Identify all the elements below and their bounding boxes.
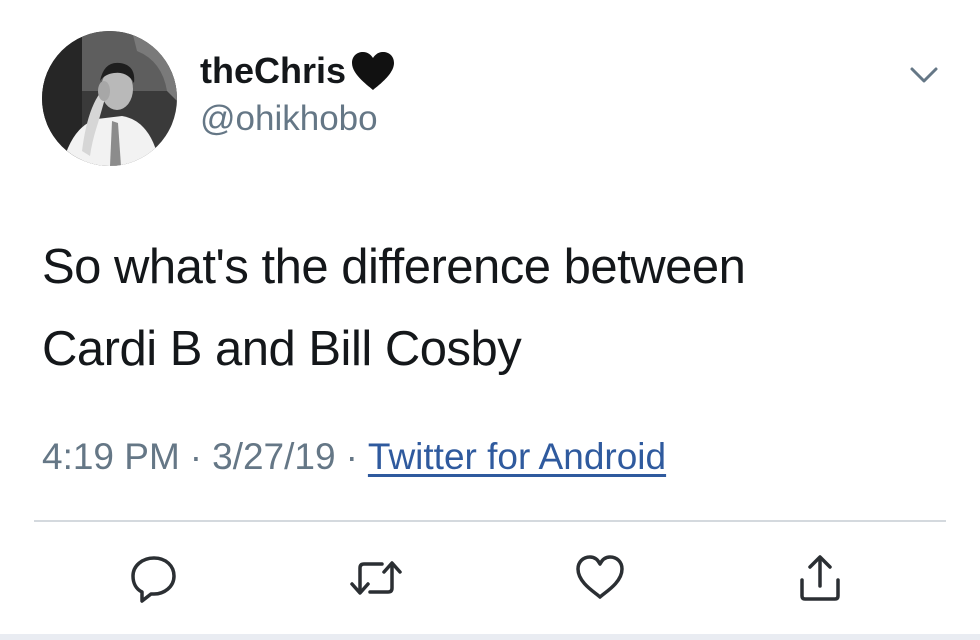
action-bar	[0, 548, 980, 612]
chevron-down-icon[interactable]	[904, 60, 944, 90]
retweet-icon	[350, 561, 402, 595]
meta-separator: ·	[189, 436, 203, 477]
tweet-source-link[interactable]: Twitter for Android	[368, 436, 666, 477]
display-name[interactable]: theChris	[200, 48, 398, 94]
tweet-time: 4:19 PM	[42, 436, 180, 477]
user-handle[interactable]: @ohikhobo	[200, 97, 378, 141]
like-icon	[576, 555, 624, 599]
tweet-date: 3/27/19	[212, 436, 336, 477]
share-button[interactable]	[790, 548, 850, 608]
like-button[interactable]	[570, 548, 630, 608]
divider	[34, 520, 946, 522]
avatar-photo	[42, 31, 177, 166]
tweet-meta: 4:19 PM · 3/27/19 · Twitter for Android	[42, 432, 666, 482]
bottom-border	[0, 634, 980, 640]
tweet-text-line-1: So what's the difference between	[42, 240, 746, 294]
black-heart-emoji-icon	[348, 48, 398, 94]
retweet-button[interactable]	[346, 548, 406, 608]
meta-separator: ·	[345, 436, 358, 477]
reply-icon	[131, 556, 176, 603]
tweet-text: So what's the difference between Cardi B…	[42, 226, 942, 390]
display-name-text: theChris	[200, 50, 347, 91]
avatar[interactable]	[42, 31, 177, 166]
reply-button[interactable]	[124, 548, 184, 608]
tweet-text-line-2: Cardi B and Bill Cosby	[42, 322, 522, 376]
share-icon	[800, 555, 840, 601]
